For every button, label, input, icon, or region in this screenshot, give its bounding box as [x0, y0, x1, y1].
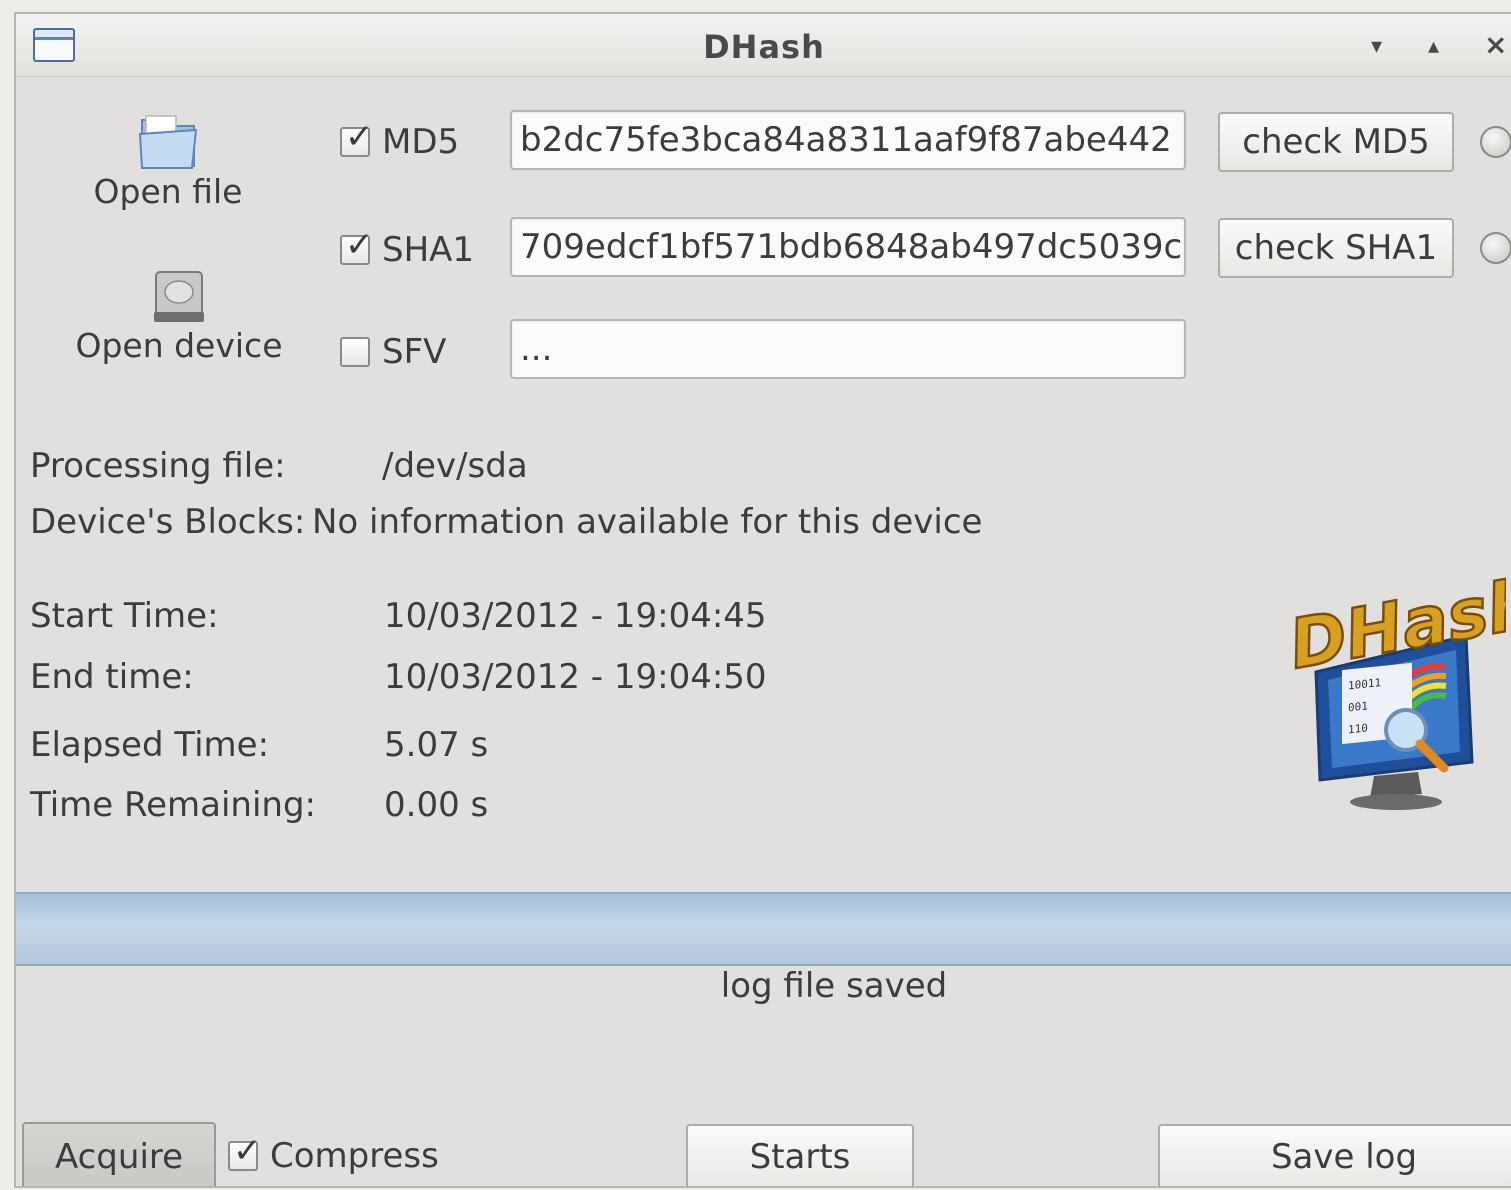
dhash-logo: 10011 001 110 DHash — [1286, 563, 1506, 810]
device-blocks-label: Device's Blocks: — [30, 502, 306, 542]
md5-label: MD5 — [382, 122, 460, 162]
open-device-label: Open device — [75, 326, 283, 365]
sha1-label: SHA1 — [382, 230, 475, 270]
status-text: log file saved — [720, 966, 948, 1006]
check-md5-button[interactable]: check MD5 — [1218, 112, 1454, 172]
md5-status-indicator — [1480, 126, 1511, 158]
time-remaining-value: 0.00 s — [384, 785, 489, 825]
sfv-field[interactable]: ... — [510, 319, 1186, 379]
dhash-window: DHash ▾ ▴ × Open file Open device ✓ MD5 … — [14, 12, 1511, 1188]
acquire-button[interactable]: Acquire — [22, 1122, 216, 1186]
time-remaining-label: Time Remaining: — [30, 785, 317, 825]
elapsed-time-value: 5.07 s — [384, 725, 489, 765]
sfv-checkbox[interactable] — [340, 337, 370, 367]
folder-icon — [138, 115, 198, 169]
end-time-value: 10/03/2012 - 19:04:50 — [384, 657, 767, 697]
sha1-status-indicator — [1480, 232, 1511, 264]
progress-bar — [16, 892, 1511, 966]
close-icon[interactable]: × — [1484, 28, 1507, 61]
hard-drive-icon — [154, 271, 204, 322]
md5-checkbox-row[interactable]: ✓ MD5 — [340, 120, 460, 162]
processing-file-label: Processing file: — [30, 446, 286, 486]
compress-checkbox[interactable]: ✓ — [228, 1134, 262, 1171]
minimize-icon[interactable]: ▾ — [1371, 34, 1382, 59]
starts-button[interactable]: Starts — [686, 1124, 914, 1186]
sha1-checkbox[interactable]: ✓ — [340, 228, 374, 265]
save-log-button[interactable]: Save log — [1158, 1124, 1511, 1186]
logo-digits-2: 001 — [1348, 699, 1368, 714]
open-file-button[interactable]: Open file — [88, 110, 248, 211]
processing-file-value: /dev/sda — [382, 446, 528, 486]
device-blocks-value: No information available for this device — [312, 502, 983, 542]
window-title: DHash — [703, 28, 825, 66]
maximize-icon[interactable]: ▴ — [1428, 34, 1439, 59]
check-sha1-button[interactable]: check SHA1 — [1218, 218, 1454, 278]
end-time-label: End time: — [30, 657, 194, 697]
open-file-label: Open file — [93, 172, 243, 211]
md5-field[interactable]: b2dc75fe3bca84a8311aaf9f87abe442 — [510, 110, 1186, 170]
elapsed-time-label: Elapsed Time: — [30, 725, 270, 765]
title-bar[interactable]: DHash ▾ ▴ × — [16, 14, 1511, 77]
logo-text: DHash — [1286, 564, 1506, 685]
logo-digits-3: 110 — [1348, 721, 1368, 736]
sha1-checkbox-row[interactable]: ✓ SHA1 — [340, 228, 475, 270]
md5-checkbox[interactable]: ✓ — [340, 120, 374, 157]
start-time-value: 10/03/2012 - 19:04:45 — [384, 596, 767, 636]
open-device-button[interactable]: Open device — [74, 268, 284, 365]
sfv-checkbox-row[interactable]: SFV — [340, 332, 446, 372]
sfv-label: SFV — [382, 332, 447, 372]
compress-checkbox-row[interactable]: ✓ Compress — [228, 1134, 439, 1176]
compress-label: Compress — [270, 1136, 439, 1176]
sha1-field[interactable]: 709edcf1bf571bdb6848ab497dc5039c2 — [510, 217, 1186, 277]
start-time-label: Start Time: — [30, 596, 219, 636]
